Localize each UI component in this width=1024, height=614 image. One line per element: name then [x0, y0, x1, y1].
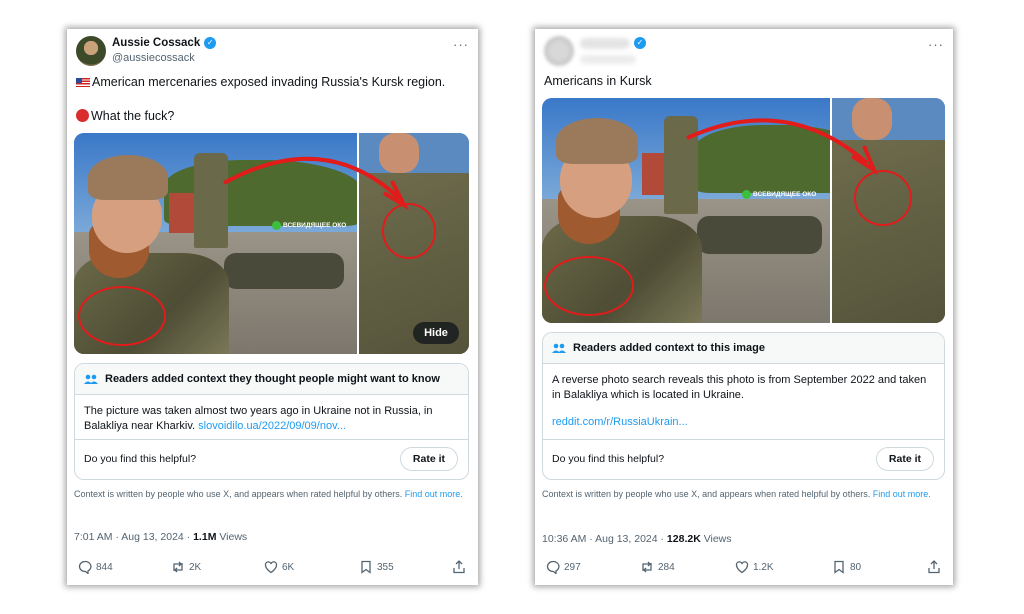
note-text: The picture was taken almost two years a…: [84, 405, 433, 432]
post-header: ✓ ···: [544, 35, 944, 71]
bookmark-button[interactable]: 355: [359, 560, 394, 574]
author-name-redacted: [580, 37, 630, 49]
context-disclaimer: Context is written by people who use X, …: [74, 489, 463, 499]
repost-button[interactable]: 2K: [171, 560, 201, 574]
annotation-arrow: [686, 118, 879, 176]
heart-icon: [735, 561, 749, 574]
bookmark-icon: [361, 560, 371, 574]
post-text-line-1: Americans in Kursk: [544, 74, 652, 88]
share-icon: [928, 560, 940, 574]
reply-button[interactable]: 844: [78, 560, 113, 574]
note-text: A reverse photo search reveals this phot…: [552, 374, 927, 401]
like-button[interactable]: 6K: [264, 560, 294, 574]
find-out-more-link[interactable]: Find out more.: [405, 489, 463, 499]
helpful-question: Do you find this helpful?: [552, 453, 665, 465]
hide-media-button[interactable]: Hide: [413, 322, 459, 344]
community-note: Readers added context they thought peopl…: [74, 363, 469, 480]
rate-it-button[interactable]: Rate it: [399, 447, 458, 471]
verified-badge-icon: ✓: [634, 37, 646, 49]
post-timestamp[interactable]: 10:36 AM · Aug 13, 2024 · 128.2K Views: [542, 533, 732, 545]
right-post-card: ✓ ··· Americans in Kursk ВСЕВИДЯЩЕЕ ОКО: [535, 29, 953, 585]
share-icon: [453, 560, 465, 574]
reply-icon: [546, 560, 560, 574]
post-image[interactable]: ВСЕВИДЯЩЕЕ ОКО Hide: [74, 133, 469, 354]
annotation-arrow: [223, 156, 409, 211]
context-disclaimer: Context is written by people who use X, …: [542, 489, 931, 499]
helpful-question: Do you find this helpful?: [84, 453, 197, 465]
verified-badge-icon: ✓: [204, 37, 217, 49]
note-footer: Do you find this helpful? Rate it: [75, 439, 468, 479]
note-heading: Readers added context to this image: [543, 333, 944, 364]
bookmark-button[interactable]: 80: [832, 560, 861, 574]
people-icon: [552, 343, 566, 353]
action-bar: 297 284 1.2K 80: [535, 560, 953, 580]
share-button[interactable]: [452, 560, 466, 574]
view-count: 1.1M: [193, 531, 217, 543]
note-heading: Readers added context they thought peopl…: [75, 364, 468, 395]
note-footer: Do you find this helpful? Rate it: [543, 439, 944, 479]
angry-face-icon: [76, 109, 89, 122]
post-timestamp[interactable]: 7:01 AM · Aug 13, 2024 · 1.1M Views: [74, 531, 247, 543]
note-source-link[interactable]: slovoidilo.ua/2022/09/09/nov...: [198, 420, 346, 432]
post-text-line-2: What the fuck?: [76, 108, 469, 125]
reply-icon: [78, 560, 92, 574]
repost-icon: [173, 561, 183, 573]
left-post-card: Aussie Cossack ✓ @aussiecossack ··· Amer…: [67, 29, 478, 585]
rate-it-button[interactable]: Rate it: [875, 447, 934, 471]
like-button[interactable]: 1.2K: [735, 560, 774, 574]
bookmark-icon: [834, 560, 844, 574]
find-out-more-link[interactable]: Find out more.: [873, 489, 931, 499]
more-options-icon[interactable]: ···: [928, 37, 944, 52]
repost-button[interactable]: 284: [640, 560, 675, 574]
more-options-icon[interactable]: ···: [453, 37, 469, 52]
post-image[interactable]: ВСЕВИДЯЩЕЕ ОКО: [542, 98, 945, 323]
author-handle-redacted: [580, 55, 636, 64]
avatar[interactable]: [544, 36, 574, 66]
author-handle[interactable]: @aussiecossack: [112, 52, 195, 64]
note-source-link[interactable]: reddit.com/r/RussiaUkrain...: [552, 415, 688, 430]
share-button[interactable]: [927, 560, 941, 574]
author-name[interactable]: Aussie Cossack: [112, 37, 200, 49]
avatar[interactable]: [76, 36, 106, 66]
repost-icon: [642, 561, 652, 573]
us-flag-icon: [76, 78, 90, 87]
reply-button[interactable]: 297: [546, 560, 581, 574]
view-count: 128.2K: [666, 533, 701, 545]
post-header: Aussie Cossack ✓ @aussiecossack ···: [76, 35, 469, 71]
post-text-line-1: American mercenaries exposed invading Ru…: [76, 74, 469, 91]
heart-icon: [264, 561, 278, 574]
community-note: Readers added context to this image A re…: [542, 332, 945, 480]
people-icon: [84, 374, 98, 384]
action-bar: 844 2K 6K 355: [67, 560, 478, 580]
